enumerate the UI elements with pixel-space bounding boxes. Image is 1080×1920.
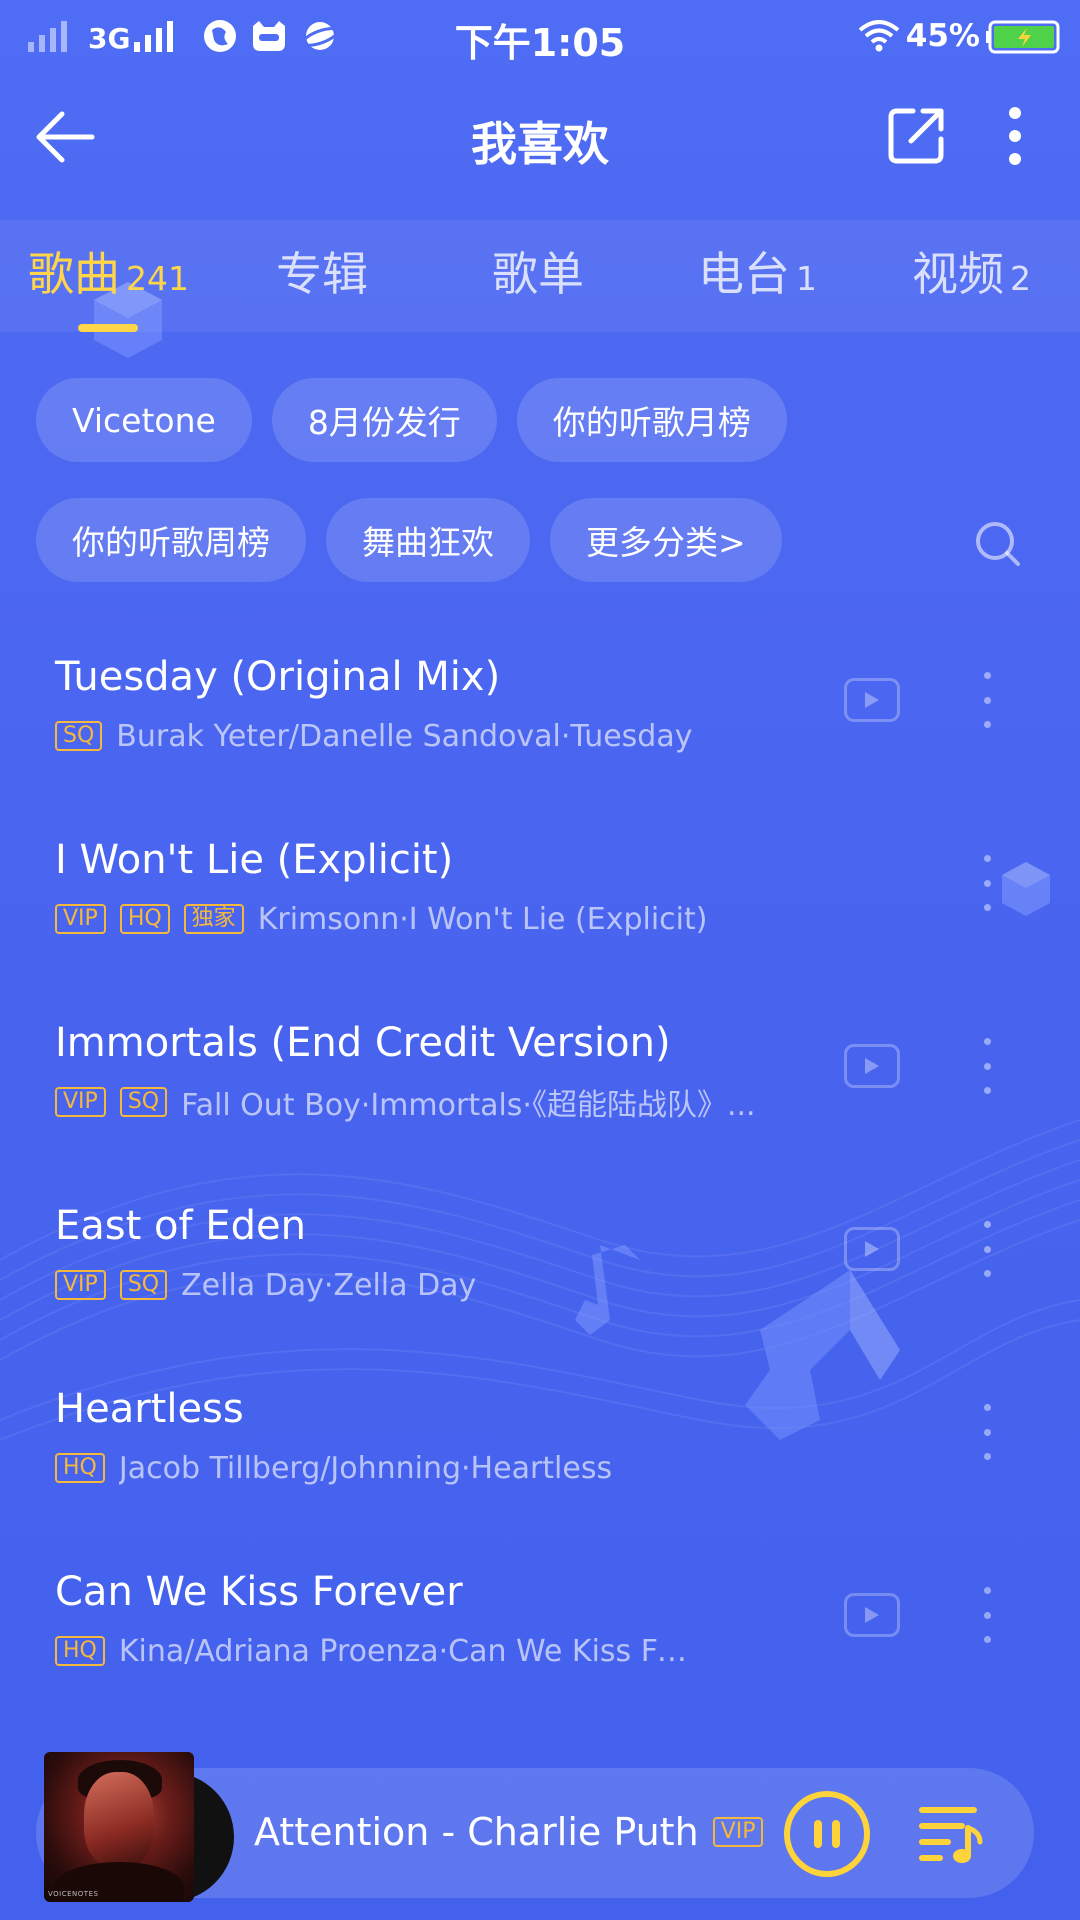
song-row[interactable]: Immortals (End Credit Version) VIP SQ Fall …	[0, 990, 1080, 1173]
song-title: Immortals (End Credit Version)	[55, 1020, 671, 1066]
filter-chips-row-1: Vicetone 8月份发行 你的听歌月榜	[36, 378, 807, 462]
song-title: I Won't Lie (Explicit)	[55, 837, 454, 883]
song-title: Heartless	[55, 1386, 244, 1432]
pause-button[interactable]	[784, 1791, 870, 1877]
music-video-button[interactable]	[844, 678, 900, 722]
song-more-button[interactable]	[972, 1038, 1002, 1094]
song-artist-album: Fall Out Boy·Immortals·《超能陆战队》...	[181, 1088, 756, 1123]
dot-icon	[983, 672, 991, 679]
cover-text: VOICENOTES	[48, 1890, 99, 1898]
music-video-button[interactable]	[844, 1044, 900, 1088]
play-video-icon	[865, 692, 879, 708]
tab-label: 专辑	[276, 247, 368, 301]
quality-badge: VIP	[55, 904, 106, 934]
playlist-icon	[919, 1807, 983, 1863]
tab-playlists[interactable]: 歌单	[492, 238, 584, 308]
more-categories-chip[interactable]: 更多分类>	[550, 498, 782, 582]
tab-videos[interactable]: 视频 2	[912, 238, 1031, 308]
song-more-button[interactable]	[972, 855, 1002, 911]
song-subtitle: HQ Jacob Tillberg/Johnning·Heartless	[55, 1448, 612, 1488]
search-button[interactable]	[964, 510, 1032, 578]
dot-icon	[983, 855, 991, 862]
vertical-dots-icon	[1009, 107, 1021, 165]
tab-count: 1	[796, 259, 817, 298]
song-artist-album: Jacob Tillberg/Johnning·Heartless	[118, 1450, 613, 1486]
quality-badge: SQ	[119, 1087, 168, 1117]
filter-chip[interactable]: Vicetone	[36, 378, 252, 462]
pause-icon	[814, 1820, 822, 1848]
playlist-button[interactable]	[918, 1804, 986, 1866]
search-icon	[976, 522, 1020, 566]
song-artist-album: Zella Day·Zella Day	[181, 1267, 477, 1303]
active-tab-indicator	[78, 324, 138, 332]
filter-chip[interactable]: 8月份发行	[271, 378, 497, 462]
tab-count: 2	[1010, 259, 1031, 298]
dot-icon	[983, 1404, 991, 1411]
quality-badge: HQ	[55, 1453, 105, 1483]
song-artist-album: Kina/Adriana Proenza·Can We Kiss Forever…	[118, 1633, 699, 1669]
song-more-button[interactable]	[972, 1221, 1002, 1277]
header: 我喜欢	[0, 84, 1080, 194]
quality-badge: HQ	[55, 1636, 105, 1666]
filter-chips-row-2: 你的听歌周榜 舞曲狂欢 更多分类>	[36, 498, 802, 582]
song-title: Can We Kiss Forever	[55, 1569, 463, 1615]
quality-badge: SQ	[55, 721, 103, 751]
battery-icon	[986, 20, 1060, 54]
song-subtitle: SQ Burak Yeter/Danelle Sandoval·Tuesday	[55, 716, 692, 756]
now-playing-album-art[interactable]: VOICENOTES	[44, 1752, 234, 1902]
tab-albums[interactable]: 专辑	[276, 238, 368, 308]
share-icon	[888, 108, 944, 164]
now-playing-song: Attention - Charlie Puth	[254, 1810, 699, 1854]
tab-label: 电台	[698, 247, 790, 301]
tab-count: 241	[126, 259, 189, 298]
more-options-button[interactable]	[990, 100, 1040, 172]
play-video-icon	[865, 1241, 879, 1257]
tab-label: 歌单	[492, 247, 584, 301]
play-video-icon	[865, 1058, 879, 1074]
song-title: Tuesday (Original Mix)	[55, 654, 501, 700]
quality-badge: VIP	[55, 1270, 106, 1300]
now-playing-title[interactable]: Attention - Charlie Puth VIP	[254, 1806, 764, 1858]
dot-icon	[983, 1587, 991, 1594]
music-video-button[interactable]	[844, 1227, 900, 1271]
album-cover: VOICENOTES	[44, 1752, 194, 1902]
song-subtitle: VIP SQ Fall Out Boy·Immortals·《超能陆战队》...	[55, 1082, 756, 1123]
tab-radio[interactable]: 电台 1	[698, 238, 817, 308]
song-artist-album: Burak Yeter/Danelle Sandoval·Tuesday	[116, 718, 693, 754]
vip-badge: VIP	[712, 1817, 764, 1847]
battery-percentage: 45%	[905, 18, 980, 54]
category-tabs: 歌曲 241 专辑 歌单 电台 1 视频 2	[0, 220, 1080, 332]
song-row[interactable]: Tuesday (Original Mix) SQ Burak Yeter/Dane…	[0, 624, 1080, 807]
song-row[interactable]: East of Eden VIP SQ Zella Day·Zella Day	[0, 1173, 1080, 1356]
song-subtitle: VIP SQ Zella Day·Zella Day	[55, 1265, 476, 1305]
dot-icon	[983, 1038, 991, 1045]
song-more-button[interactable]	[972, 672, 1002, 728]
tab-label: 歌曲	[28, 247, 120, 301]
filter-chip[interactable]: 舞曲狂欢	[326, 498, 530, 582]
music-video-button[interactable]	[844, 1593, 900, 1637]
song-row[interactable]: I Won't Lie (Explicit) VIP HQ 独家 Krimsonn·I …	[0, 807, 1080, 990]
quality-badge: SQ	[119, 1270, 168, 1300]
status-bar: 3G 下午1:05 45%	[0, 0, 1080, 72]
share-button[interactable]	[880, 100, 952, 172]
dot-icon	[983, 1221, 991, 1228]
song-more-button[interactable]	[972, 1587, 1002, 1643]
wifi-icon	[858, 20, 900, 52]
quality-badge: HQ	[119, 904, 170, 934]
song-title: East of Eden	[55, 1203, 306, 1249]
song-artist-album: Krimsonn·I Won't Lie (Explicit)	[257, 901, 708, 937]
quality-badge: VIP	[55, 1087, 106, 1117]
quality-badge: 独家	[183, 904, 244, 934]
song-row[interactable]: Can We Kiss Forever HQ Kina/Adriana Proenz…	[0, 1539, 1080, 1722]
play-video-icon	[865, 1607, 879, 1623]
song-subtitle: HQ Kina/Adriana Proenza·Can We Kiss Forev…	[55, 1631, 699, 1671]
tab-songs[interactable]: 歌曲 241	[28, 238, 189, 308]
song-row[interactable]: Heartless HQ Jacob Tillberg/Johnning·Heart…	[0, 1356, 1080, 1539]
tab-label: 视频	[912, 247, 1004, 301]
song-more-button[interactable]	[972, 1404, 1002, 1460]
filter-chip[interactable]: 你的听歌周榜	[36, 498, 306, 582]
filter-chip[interactable]: 你的听歌月榜	[516, 378, 787, 462]
song-subtitle: VIP HQ 独家 Krimsonn·I Won't Lie (Explicit)	[55, 899, 707, 939]
song-list: Tuesday (Original Mix) SQ Burak Yeter/Dane…	[0, 624, 1080, 1722]
